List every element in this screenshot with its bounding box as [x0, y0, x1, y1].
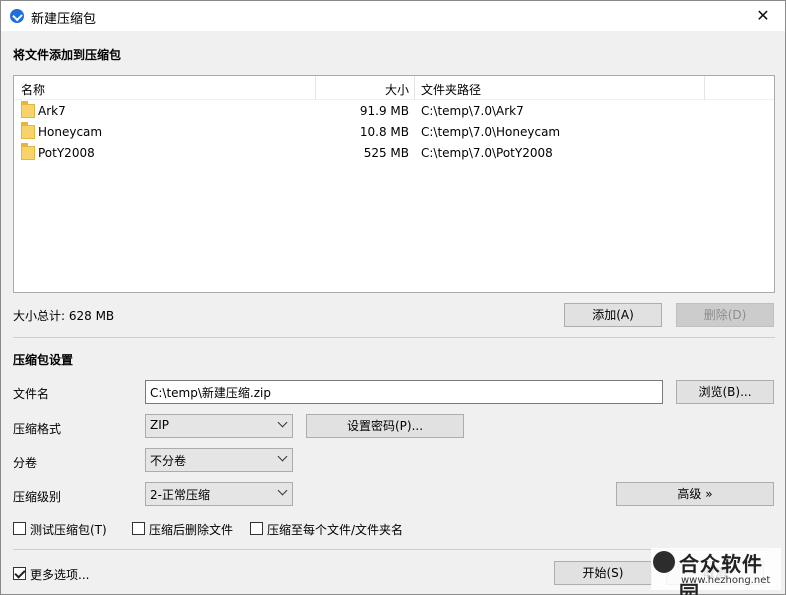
settings-section-title: 压缩包设置 — [13, 353, 74, 367]
file-name: Ark7 — [38, 104, 66, 118]
column-header-size[interactable]: 大小 — [385, 81, 409, 98]
file-list-header: 名称 大小 文件夹路径 — [14, 76, 774, 100]
chevron-down-icon — [277, 485, 288, 496]
more-options-label[interactable]: 更多选项... — [30, 566, 89, 583]
remove-button[interactable]: 删除(D) — [676, 303, 774, 327]
total-size-text: 大小总计: 628 MB — [13, 309, 115, 323]
per-folder-label[interactable]: 压缩至每个文件/文件夹名 — [267, 521, 403, 538]
file-name: Honeycam — [38, 125, 103, 139]
level-label: 压缩级别 — [13, 490, 62, 504]
title-bar: 新建压缩包 ✕ — [1, 1, 785, 31]
folder-icon — [21, 101, 35, 118]
test-archive-label[interactable]: 测试压缩包(T) — [30, 521, 107, 538]
section-divider — [13, 337, 775, 338]
start-button[interactable]: 开始(S) — [554, 561, 652, 585]
advanced-button[interactable]: 高级 » — [616, 482, 774, 506]
column-header-name[interactable]: 名称 — [21, 81, 45, 98]
file-path: C:\temp\7.0\Honeycam — [421, 125, 561, 139]
files-section-title: 将文件添加到压缩包 — [13, 48, 122, 62]
split-select[interactable]: 不分卷 — [145, 448, 293, 472]
file-list[interactable]: 名称 大小 文件夹路径 Ark7 91.9 MB C:\temp\7.0\Ark… — [13, 75, 775, 293]
watermark-text: 合众软件园 — [679, 552, 763, 595]
column-separator[interactable] — [414, 76, 415, 100]
dialog-window: 新建压缩包 ✕ 将文件添加到压缩包 名称 大小 文件夹路径 Ark7 91.9 … — [0, 0, 786, 595]
file-size: 525 MB — [363, 146, 409, 160]
column-header-path[interactable]: 文件夹路径 — [421, 81, 481, 98]
test-archive-checkbox[interactable] — [13, 522, 26, 535]
watermark-url: www.hezhong.net — [681, 575, 771, 586]
set-password-button[interactable]: 设置密码(P)... — [306, 414, 464, 438]
format-value: ZIP — [150, 418, 169, 432]
add-button[interactable]: 添加(A) — [564, 303, 662, 327]
folder-icon — [21, 143, 35, 160]
split-value: 不分卷 — [150, 454, 187, 468]
file-size: 10.8 MB — [359, 125, 409, 139]
format-select[interactable]: ZIP — [145, 414, 293, 438]
delete-after-label[interactable]: 压缩后删除文件 — [149, 521, 233, 538]
browse-button[interactable]: 浏览(B)... — [676, 380, 774, 404]
table-row[interactable]: Honeycam 10.8 MB C:\temp\7.0\Honeycam — [14, 122, 774, 143]
per-folder-checkbox[interactable] — [250, 522, 263, 535]
table-row[interactable]: PotY2008 525 MB C:\temp\7.0\PotY2008 — [14, 143, 774, 164]
watermark-logo-icon — [653, 551, 675, 573]
file-size: 91.9 MB — [359, 104, 409, 118]
app-logo-icon — [10, 9, 24, 23]
delete-after-checkbox[interactable] — [132, 522, 145, 535]
split-label: 分卷 — [13, 456, 38, 470]
folder-icon — [21, 122, 35, 139]
column-separator[interactable] — [315, 76, 316, 100]
close-button[interactable]: ✕ — [741, 1, 785, 31]
chevron-down-icon — [277, 451, 288, 462]
window-title: 新建压缩包 — [31, 12, 97, 27]
file-name: PotY2008 — [38, 146, 95, 160]
level-select[interactable]: 2-正常压缩 — [145, 482, 293, 506]
more-options-checkbox[interactable] — [13, 567, 26, 580]
level-value: 2-正常压缩 — [150, 488, 210, 502]
file-path: C:\temp\7.0\Ark7 — [421, 104, 524, 118]
filename-input[interactable]: C:\temp\新建压缩.zip — [145, 380, 663, 404]
column-separator[interactable] — [704, 76, 705, 100]
chevron-down-icon — [277, 417, 288, 428]
file-path: C:\temp\7.0\PotY2008 — [421, 146, 553, 160]
table-row[interactable]: Ark7 91.9 MB C:\temp\7.0\Ark7 — [14, 101, 774, 122]
watermark: 合众软件园 www.hezhong.net — [651, 548, 781, 595]
filename-label: 文件名 — [13, 387, 50, 401]
format-label: 压缩格式 — [13, 422, 62, 436]
